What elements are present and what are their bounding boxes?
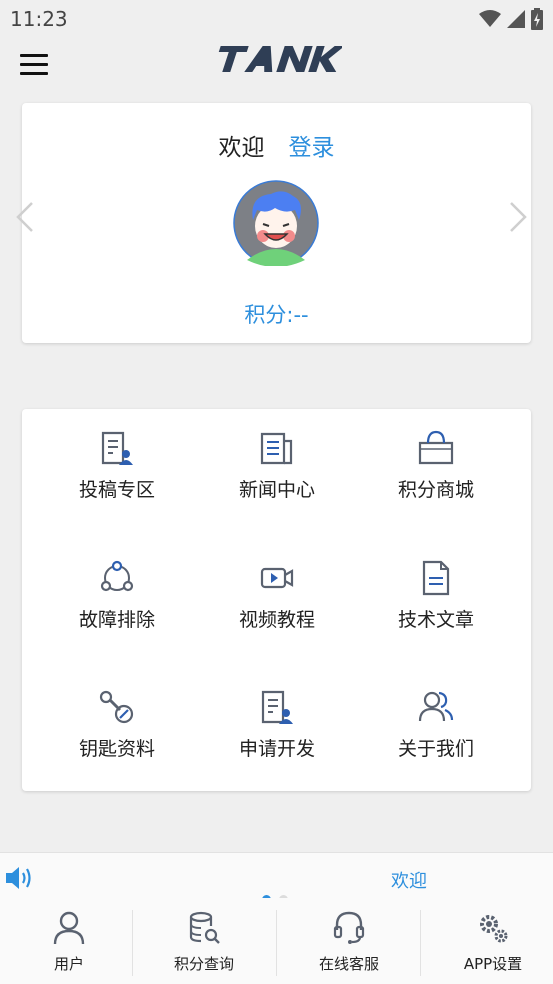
newspaper-icon — [260, 432, 293, 465]
avatar[interactable] — [233, 180, 319, 266]
menu-item-key-data[interactable]: 钥匙资料 — [37, 668, 197, 778]
status-time: 11:23 — [10, 7, 68, 31]
tab-divider — [132, 910, 133, 976]
signal-icon — [507, 10, 525, 28]
menu-line-icon — [20, 54, 48, 57]
menu-label: 故障排除 — [78, 609, 155, 631]
tab-online-service[interactable]: 在线客服 — [280, 898, 418, 984]
headset-icon — [333, 911, 365, 944]
points-text[interactable]: 积分:-- — [22, 299, 531, 329]
shopping-bag-icon — [418, 430, 454, 465]
tab-label: 用户 — [53, 955, 84, 973]
tab-label: APP设置 — [463, 955, 523, 973]
article-icon — [422, 560, 450, 596]
menu-label: 视频教程 — [238, 609, 315, 631]
apply-document-icon — [261, 690, 293, 724]
database-search-icon — [189, 911, 220, 944]
welcome-card: 欢迎 登录 积分:-- — [22, 103, 531, 343]
menu-item-tech-articles[interactable]: 技术文章 — [356, 539, 516, 649]
notice-bar: 欢迎 — [0, 852, 553, 904]
tab-label: 在线客服 — [318, 955, 379, 973]
menu-label: 钥匙资料 — [78, 738, 155, 760]
tab-divider — [276, 910, 277, 976]
wifi-icon — [479, 10, 501, 27]
tab-app-settings[interactable]: APP设置 — [424, 898, 553, 984]
menu-item-news[interactable]: 新闻中心 — [197, 409, 357, 519]
menu-item-apply-development[interactable]: 申请开发 — [197, 668, 357, 778]
document-user-icon — [101, 431, 133, 465]
app-header — [0, 38, 553, 98]
welcome-text: 欢迎 — [218, 135, 265, 161]
chevron-right-icon[interactable] — [507, 200, 529, 234]
menu-line-icon — [20, 63, 48, 66]
menu-label: 投稿专区 — [78, 479, 155, 501]
menu-item-video-tutorials[interactable]: 视频教程 — [197, 539, 357, 649]
menu-item-about-us[interactable]: 关于我们 — [356, 668, 516, 778]
feature-menu-card: 投稿专区 新闻中心 积分商城 故障排除 视频教程 技术文章 钥匙资料 申请开发 … — [22, 409, 531, 791]
tab-user[interactable]: 用户 — [0, 898, 138, 984]
menu-label: 新闻中心 — [238, 479, 315, 501]
tab-label: 积分查询 — [173, 955, 234, 973]
troubleshoot-icon — [100, 560, 134, 592]
tab-divider — [420, 910, 421, 976]
video-icon — [260, 567, 294, 589]
welcome-row: 欢迎 登录 — [22, 128, 531, 162]
menu-label: 关于我们 — [397, 738, 474, 760]
menu-label: 申请开发 — [238, 738, 315, 760]
menu-item-troubleshoot[interactable]: 故障排除 — [37, 539, 197, 649]
bottom-tab-bar: 用户 积分查询 在线客服 APP设置 — [0, 898, 553, 984]
status-bar: 11:23 — [0, 0, 553, 38]
status-icons — [479, 8, 543, 30]
login-link[interactable]: 登录 — [289, 135, 335, 161]
tank-logo — [218, 46, 342, 72]
user-icon — [53, 911, 85, 945]
menu-item-points-mall[interactable]: 积分商城 — [356, 409, 516, 519]
tab-points-query[interactable]: 积分查询 — [135, 898, 273, 984]
users-icon — [418, 691, 454, 722]
battery-icon — [531, 8, 543, 30]
speaker-icon — [6, 867, 31, 889]
menu-item-submission[interactable]: 投稿专区 — [37, 409, 197, 519]
notice-text[interactable]: 欢迎 — [391, 867, 427, 893]
gear-icon — [480, 915, 508, 943]
menu-label: 技术文章 — [397, 609, 474, 631]
menu-label: 积分商城 — [397, 479, 474, 501]
key-icon — [99, 690, 134, 724]
hamburger-menu-button[interactable] — [20, 54, 54, 80]
chevron-left-icon[interactable] — [14, 200, 36, 234]
menu-line-icon — [20, 72, 48, 75]
